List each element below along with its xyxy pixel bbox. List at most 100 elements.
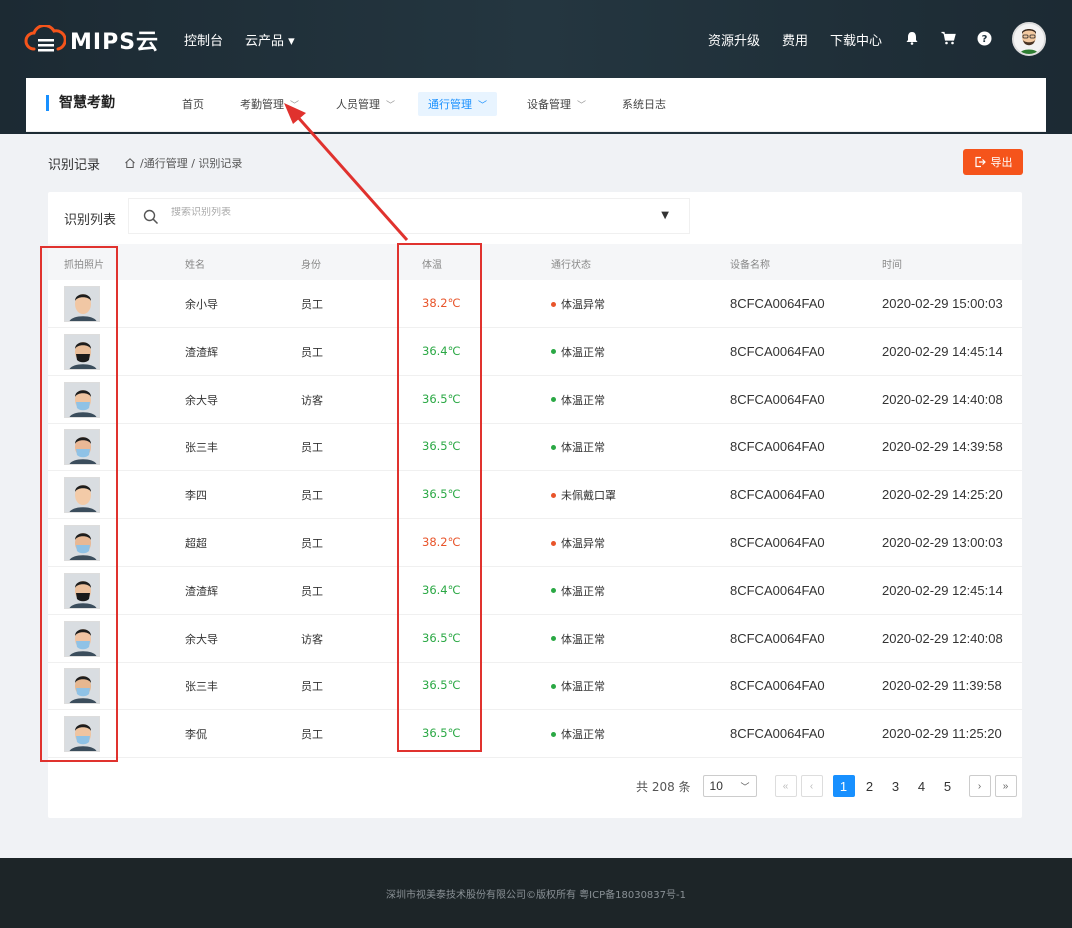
cell-device: 8CFCA0064FA0: [730, 630, 825, 646]
export-button[interactable]: 导出: [963, 149, 1023, 175]
page-3-button[interactable]: 3: [885, 775, 907, 797]
table-row[interactable]: 超超 员工 38.2℃ 体温异常 8CFCA0064FA0 2020-02-29 13:0…: [48, 519, 1022, 567]
status-text: 体温正常: [561, 584, 605, 598]
help-icon[interactable]: ?: [976, 30, 992, 46]
status-dot-icon: [551, 349, 556, 355]
table-row[interactable]: 李四 员工 36.5℃ 未佩戴口罩 8CFCA0064FA0 2020-02-29 14:…: [48, 471, 1022, 520]
subnav-item-attendance[interactable]: 考勤管理 ﹀: [240, 96, 299, 112]
nav-billing[interactable]: 费用: [782, 30, 808, 49]
capture-photo[interactable]: [64, 381, 100, 418]
subnav-item-access[interactable]: 通行管理 ﹀: [418, 92, 498, 116]
capture-photo[interactable]: [64, 477, 100, 514]
page-5-button[interactable]: 5: [937, 775, 959, 797]
capture-photo[interactable]: [64, 286, 100, 322]
th-device: 设备名称: [730, 260, 770, 271]
chevron-down-icon: ﹀: [386, 101, 396, 111]
search-box[interactable]: ▼: [128, 198, 690, 234]
page-2-button[interactable]: 2: [859, 775, 881, 797]
page-4-button[interactable]: 4: [911, 775, 933, 797]
page-size-select[interactable]: 10 ﹀: [702, 775, 757, 797]
capture-photo[interactable]: [64, 333, 100, 370]
prev-page-button[interactable]: ‹: [800, 775, 823, 797]
cell-role: 员工: [301, 728, 323, 742]
subnav-item-system-log[interactable]: 系统日志: [622, 96, 666, 112]
nav-download-center[interactable]: 下载中心: [830, 30, 882, 49]
status-text: 未佩戴口罩: [561, 489, 616, 503]
chevron-down-icon: ﹀: [740, 781, 750, 792]
table-row[interactable]: 张三丰 员工 36.5℃ 体温正常 8CFCA0064FA0 2020-02-29 14:…: [48, 423, 1022, 472]
cell-device: 8CFCA0064FA0: [730, 439, 825, 455]
nav-console[interactable]: 控制台: [184, 30, 223, 49]
cell-time: 2020-02-29 14:25:20: [882, 487, 1003, 503]
nav-cloud-products[interactable]: 云产品 ▾: [245, 30, 295, 49]
page-1-button[interactable]: 1: [832, 775, 855, 797]
cell-device: 8CFCA0064FA0: [730, 296, 825, 311]
table-row[interactable]: 渣渣辉 员工 36.4℃ 体温正常 8CFCA0064FA0 2020-02-29 14:…: [48, 328, 1022, 376]
chevron-down-icon: ﹀: [577, 101, 587, 111]
table-row[interactable]: 余大导 访客 36.5℃ 体温正常 8CFCA0064FA0 2020-02-29 14:…: [48, 376, 1022, 424]
th-status: 通行状态: [551, 260, 591, 271]
cell-status: 体温正常: [551, 392, 605, 408]
bell-icon[interactable]: [904, 30, 920, 46]
search-input[interactable]: [171, 207, 641, 218]
capture-photo[interactable]: [64, 525, 100, 561]
subnav-item-devices[interactable]: 设备管理 ﹀: [527, 96, 586, 112]
user-avatar[interactable]: [1012, 22, 1046, 56]
cell-temperature: 36.4℃: [422, 582, 461, 597]
first-page-button[interactable]: «: [774, 775, 797, 797]
status-text: 体温正常: [561, 441, 605, 455]
cell-time: 2020-02-29 12:45:14: [882, 582, 1003, 598]
table-row[interactable]: 余小导 员工 38.2℃ 体温异常 8CFCA0064FA0 2020-02-29 15:…: [48, 280, 1022, 328]
th-role: 身份: [301, 260, 321, 271]
cell-device: 8CFCA0064FA0: [730, 678, 825, 694]
status-dot-icon: [551, 731, 556, 737]
th-photo: 抓拍照片: [64, 260, 104, 271]
status-text: 体温正常: [561, 632, 605, 646]
next-page-button[interactable]: ›: [968, 775, 991, 797]
cart-icon[interactable]: [940, 30, 956, 46]
table-row[interactable]: 渣渣辉 员工 36.4℃ 体温正常 8CFCA0064FA0 2020-02-29 12:…: [48, 567, 1022, 615]
cell-device: 8CFCA0064FA0: [730, 582, 825, 598]
cell-time: 2020-02-29 11:39:58: [882, 678, 1002, 694]
table-header: 抓拍照片 姓名 身份 体温 通行状态 设备名称 时间: [48, 244, 1022, 280]
capture-photo[interactable]: [64, 668, 100, 705]
subnav-item-home[interactable]: 首页: [182, 96, 204, 112]
cell-device: 8CFCA0064FA0: [730, 391, 825, 407]
table-row[interactable]: 余大导 访客 36.5℃ 体温正常 8CFCA0064FA0 2020-02-29 12:…: [48, 615, 1022, 663]
last-page-button[interactable]: »: [994, 775, 1017, 797]
cell-status: 体温异常: [551, 535, 605, 551]
cell-time: 2020-02-29 13:00:03: [882, 535, 1003, 550]
capture-photo[interactable]: [64, 429, 100, 466]
cell-role: 员工: [301, 680, 323, 694]
capture-photo[interactable]: [64, 572, 100, 609]
chevron-down-icon: ﹀: [478, 101, 488, 111]
cell-status: 体温正常: [551, 726, 605, 742]
export-icon: [974, 156, 986, 168]
status-text: 体温正常: [561, 728, 605, 742]
nav-resource-upgrade[interactable]: 资源升级: [708, 30, 760, 49]
table-row[interactable]: 张三丰 员工 36.5℃ 体温正常 8CFCA0064FA0 2020-02-29 11:…: [48, 662, 1022, 711]
status-dot-icon: [551, 636, 556, 642]
capture-photo[interactable]: [64, 716, 100, 753]
top-navigation: MIPS云 控制台 云产品 ▾ 资源升级 费用 下载中心 ?: [0, 0, 1072, 78]
cell-temperature: 36.5℃: [422, 630, 461, 645]
breadcrumb-path: /通行管理 / 识别记录: [140, 157, 243, 170]
cell-device: 8CFCA0064FA0: [730, 343, 825, 359]
svg-text:?: ?: [981, 34, 987, 45]
pagination: 共 208 条 10 ﹀ « ‹ 1 2 3 4 5 › »: [636, 775, 1021, 797]
cell-role: 员工: [301, 584, 323, 598]
table-row[interactable]: 李侃 员工 36.5℃ 体温正常 8CFCA0064FA0 2020-02-29 11:2…: [48, 710, 1022, 759]
subnav-item-personnel[interactable]: 人员管理 ﹀: [336, 96, 395, 112]
dropdown-caret-icon[interactable]: ▼: [661, 210, 669, 221]
home-icon[interactable]: [124, 157, 136, 169]
capture-photo[interactable]: [64, 620, 100, 657]
cell-name: 张三丰: [185, 680, 218, 694]
footer-copyright: 深圳市视美泰技术股份有限公司©版权所有 粤ICP备18030837号-1: [385, 889, 686, 901]
th-temperature: 体温: [422, 260, 442, 271]
logo[interactable]: MIPS云: [24, 24, 159, 56]
logo-text: MIPS云: [70, 30, 160, 55]
status-dot-icon: [551, 540, 556, 546]
cell-temperature: 38.2℃: [422, 296, 461, 310]
cell-temperature: 36.5℃: [422, 726, 461, 741]
status-dot-icon: [551, 588, 556, 594]
